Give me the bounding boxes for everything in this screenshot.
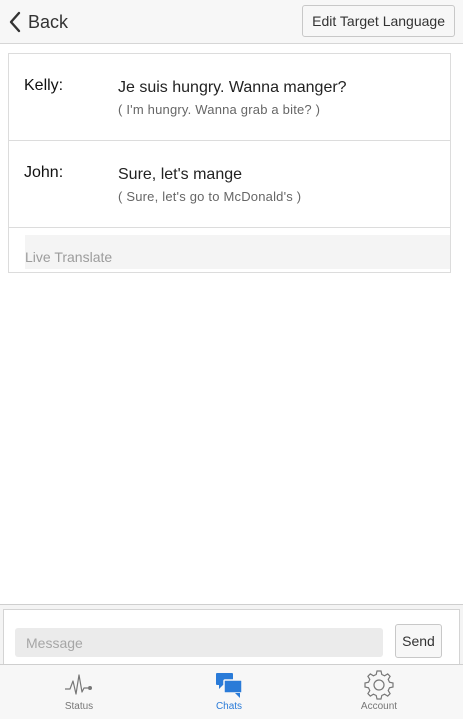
tab-label: Account xyxy=(360,701,398,712)
tab-label: Chats xyxy=(215,701,243,712)
tab-status[interactable]: Status xyxy=(24,665,134,719)
message-text: Je suis hungry. Wanna manger? xyxy=(118,79,347,96)
tab-label: Status xyxy=(64,701,94,712)
message-translation: ( Sure, let's go to McDonald's ) xyxy=(118,189,302,204)
tab-bar: Status Chats Account xyxy=(0,664,463,719)
app-screen: Back Edit Target Language Kelly: Je suis… xyxy=(0,0,463,719)
edit-target-language-button[interactable]: Edit Target Language xyxy=(302,5,455,37)
message-translation: ( I'm hungry. Wanna grab a bite? ) xyxy=(118,102,321,117)
back-label: Back xyxy=(28,11,69,32)
pulse-icon xyxy=(65,674,92,695)
gear-icon xyxy=(364,670,394,700)
send-button[interactable]: Send xyxy=(395,624,442,658)
message-input[interactable] xyxy=(15,628,383,657)
tab-account[interactable]: Account xyxy=(324,665,434,719)
chat-message: John: Sure, let's mange ( Sure, let's go… xyxy=(9,141,450,228)
live-translate-input[interactable] xyxy=(25,235,450,269)
chat-card: Kelly: Je suis hungry. Wanna manger? ( I… xyxy=(8,53,451,273)
composer-panel: Send xyxy=(3,609,460,665)
message-speaker: Kelly: xyxy=(24,77,64,94)
message-composer: Send xyxy=(0,604,463,665)
message-speaker: John: xyxy=(24,164,64,181)
chat-bubbles-icon xyxy=(216,673,243,698)
back-button[interactable]: Back xyxy=(8,10,68,34)
live-translate-field xyxy=(25,235,450,269)
header-bar: Back Edit Target Language xyxy=(0,0,463,44)
tab-chats[interactable]: Chats xyxy=(174,665,284,719)
chat-message: Kelly: Je suis hungry. Wanna manger? ( I… xyxy=(9,54,450,141)
chevron-left-icon xyxy=(9,11,21,33)
message-text: Sure, let's mange xyxy=(118,166,243,183)
